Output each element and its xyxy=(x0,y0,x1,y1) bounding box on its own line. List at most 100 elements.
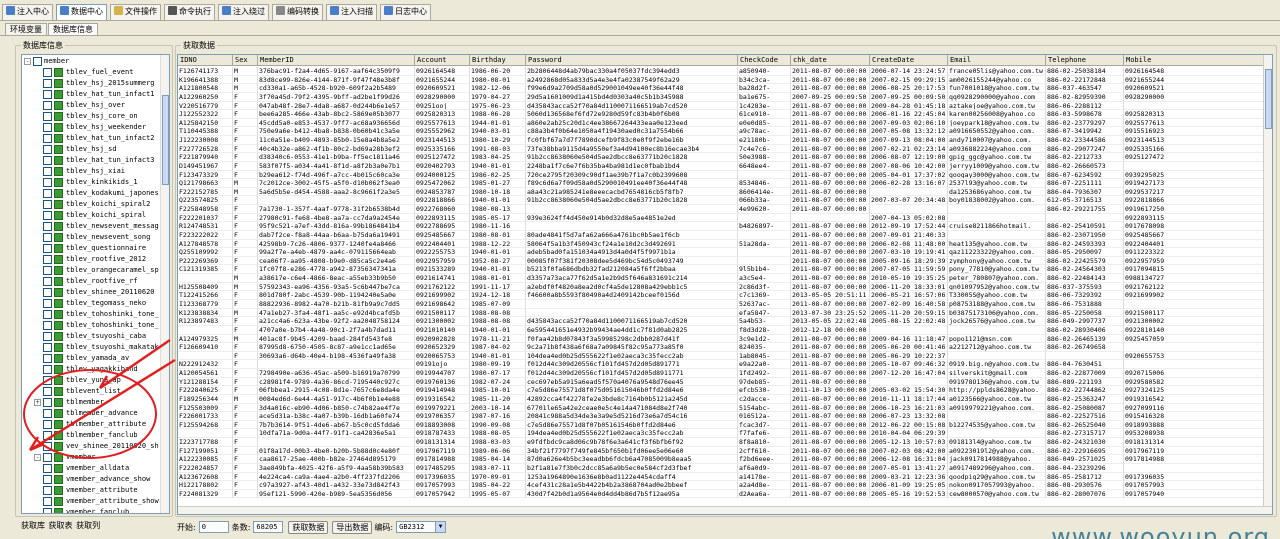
checkbox[interactable] xyxy=(43,431,52,441)
tree-scrollbar[interactable] xyxy=(160,55,169,513)
checkbox[interactable] xyxy=(43,442,52,452)
table-row[interactable]: R123897483 Fa21cc4a6-623a-43be-92f2-aa204… xyxy=(178,317,1272,326)
table-row[interactable]: A124979325 M 401ac8f-9b45-4209-baad-284fd5… xyxy=(178,334,1272,344)
table-row[interactable]: T110445388 F 750e9a6e-b412-4ba8-b838-0b60b… xyxy=(178,127,1272,137)
checkbox[interactable] xyxy=(43,453,52,463)
table-row[interactable]: F189256344 M 0084ed6d-6e44-4a51-917c-4b6f0… xyxy=(178,394,1272,404)
checkbox[interactable] xyxy=(43,387,52,397)
tab-3[interactable]: 命令执行 xyxy=(164,4,215,20)
table-row[interactable]: F123473329 Fb29ea612-f74d-496f-a7cc-4b015… xyxy=(178,170,1272,180)
table-row[interactable]: K196641388 M 83d8ce99-826e-4144-871f-9f47f… xyxy=(178,75,1272,85)
db-tree[interactable]: - member tblev_fuel_event tblev_hsj_2015sum… xyxy=(21,54,170,514)
table-row[interactable]: I223717788 F 0918131314 1988-03-03 e9fdfbdc9… xyxy=(178,438,1272,447)
tab-0[interactable]: 注入中心 xyxy=(2,4,53,20)
table-row[interactable]: F226001733 Face5d31a-b38c-4a07-b39b-16db1… xyxy=(178,412,1272,421)
checkbox[interactable] xyxy=(43,497,52,507)
tree-node[interactable]: vev_shinee_20110620_sh xyxy=(34,441,159,453)
table-row[interactable]: F221879940 Fd38340c6-0553-41e1-b9ba-ff5ec… xyxy=(178,153,1272,162)
checkbox[interactable] xyxy=(43,123,52,133)
tab-1[interactable]: 数据中心 xyxy=(56,4,107,20)
table-row[interactable]: J122230008 F 11c0a51e-b409-4893-85b0-15e8a… xyxy=(178,136,1272,145)
column-header[interactable]: CreateDate xyxy=(870,55,948,66)
data-grid[interactable]: IDNO Sex MemberID Account Birthday Password Ch… xyxy=(177,54,1273,515)
tree-node[interactable]: tblev_hsj_over xyxy=(34,100,125,112)
table-row[interactable]: Q121798663 M 7c2012ce-3002-45f5-a5f0-d10b0… xyxy=(178,179,1272,188)
checkbox[interactable] xyxy=(43,244,52,254)
tree-node[interactable]: tblevent_list xyxy=(34,386,121,398)
tree-node[interactable]: tblev_hsj_weekender xyxy=(34,122,146,134)
tree-node[interactable]: tblev_rootfive_2012 xyxy=(34,254,146,266)
tab-6[interactable]: 注入扫描 xyxy=(326,4,377,20)
tree-node[interactable]: tblev_rootfive_rf xyxy=(34,276,138,288)
table-row[interactable]: F222024857 F 3ae849bfa-4025-42f6-a5f9-4aa5… xyxy=(178,463,1272,473)
tree-node[interactable]: tblev_hat_tun_infact1 xyxy=(34,89,155,101)
checkbox[interactable] xyxy=(43,211,52,221)
tree-node[interactable]: tblev_hat_tun_infact3 xyxy=(34,155,155,167)
checkbox[interactable] xyxy=(43,508,52,513)
column-header[interactable]: Sex xyxy=(233,55,258,66)
column-header[interactable]: Account xyxy=(415,55,470,66)
table-row[interactable]: F227726528 F 40c4b32e-a862-4f1b-80c2-bd69a… xyxy=(178,144,1272,154)
table-row[interactable]: A120054561 F 7298490e-a636-45ac-a509-b1691… xyxy=(178,369,1272,378)
checkbox[interactable] xyxy=(43,222,52,232)
expand-icon[interactable]: + xyxy=(34,399,41,407)
table-row[interactable]: A121800548 Mcd330a1-a65b-4528-b920-609f2a… xyxy=(178,84,1272,93)
table-row[interactable]: A122230085 Fcaa8617-25ae-400b-b82e-27464d… xyxy=(178,455,1272,464)
checkbox[interactable] xyxy=(43,156,52,166)
table-row[interactable]: F127199051 F 01f8a17d-00b3-4be0-b20b-5b88d… xyxy=(178,446,1272,456)
tree-node[interactable]: - member xyxy=(24,56,69,68)
table-row[interactable]: H122178802 Fc97a3927-af43-40d1-a432-33e73… xyxy=(178,481,1272,490)
start-input[interactable] xyxy=(198,521,229,533)
tree-node[interactable]: tblev_tsuyoshi_makatak xyxy=(34,342,159,354)
table-row[interactable]: F 10dfa71a-9d0a-44f7-91f1-ca42836e5a1 0918… xyxy=(178,429,1272,439)
checkbox[interactable] xyxy=(43,189,52,199)
checkbox[interactable] xyxy=(43,68,52,78)
table-row[interactable]: F223222022 Fdab7f2ce-f8a8-44aa-b6aa-b75da… xyxy=(178,230,1272,240)
export-data-button[interactable]: 导出数据 xyxy=(332,520,373,534)
tab-4[interactable]: 注入绕过 xyxy=(218,4,269,20)
tab-2[interactable]: 文件操作 xyxy=(110,4,161,20)
table-row[interactable]: P222269369 Fcea06f7-aa95-4808-b9e0-d85ca5… xyxy=(178,256,1272,266)
tree-node[interactable]: tblev_hsj_sd xyxy=(34,144,117,156)
table-row[interactable]: A123672608 F 4e224ca4-ca9a-4ae4-a2b0-4ff23… xyxy=(178,472,1272,482)
table-row[interactable]: F222840625 F 06fbbea1-2915-4c08-8d1e-7657c… xyxy=(178,386,1272,395)
table-row[interactable]: Y121288154 Fc28981f4-9789-4a36-86cd-71954… xyxy=(178,377,1272,387)
checkbox[interactable] xyxy=(43,200,52,210)
table-row[interactable]: K123838834 M 47a1eb27-3fa4-48f1-aa5c-e92d4… xyxy=(178,308,1272,318)
checkbox[interactable] xyxy=(43,134,52,144)
tree-node[interactable]: tblev_newsevent_messag xyxy=(34,221,159,233)
table-row[interactable]: F222152785 M 5a6d5b5e-d454-4588-aaa2-8c966… xyxy=(178,187,1272,197)
checkbox[interactable] xyxy=(43,255,52,265)
checkbox[interactable] xyxy=(43,178,52,188)
checkbox[interactable] xyxy=(43,409,52,419)
tree-node[interactable]: tblev_kodakumi_japones xyxy=(34,188,159,200)
tree-node[interactable]: tblev_shinee_20110620 xyxy=(34,287,155,299)
checkbox[interactable] xyxy=(43,365,52,375)
table-row[interactable]: F 30693a6-d64b-40e4-b198-4536fa49fa38 0920… xyxy=(178,351,1272,361)
column-header[interactable]: Mobile xyxy=(1124,55,1266,66)
collapse-icon[interactable]: - xyxy=(34,454,41,462)
tree-node[interactable]: vmember_attribute_show xyxy=(34,496,159,508)
checkbox[interactable] xyxy=(43,79,52,89)
table-row[interactable]: F125503009 F 3d4a016c-eb90-4d06-b850-c74b8… xyxy=(178,403,1272,413)
table-row[interactable]: Q255109992 F 99a2f7e-a4eb-4879-aa4c-079115… xyxy=(178,248,1272,257)
column-header[interactable]: Telephone xyxy=(1046,55,1124,66)
table-row[interactable]: A125842150 F 45cdd5a0-e853-4537-9ff7-ac68a… xyxy=(178,118,1272,128)
table-row[interactable]: A127848578 F 42598b9-7c26-4806-9377-1240fe… xyxy=(178,239,1272,249)
tree-node[interactable]: vmember_advance_show xyxy=(34,474,150,486)
tree-node[interactable]: vmember_fanclub xyxy=(34,507,129,513)
tree-node[interactable]: tblev_hsj_xiai xyxy=(34,166,125,178)
table-row[interactable]: V220516779 F 047ab48f-28e7-4da8-a687-0d244… xyxy=(178,101,1272,111)
checkbox[interactable] xyxy=(43,332,52,342)
column-header[interactable]: Password xyxy=(526,55,738,66)
checkbox[interactable] xyxy=(43,354,52,364)
table-row[interactable]: T122415266 F 801d780f-2abc-4539-90b-119424… xyxy=(178,291,1272,300)
tree-node[interactable]: tblev_kinkikids_1 xyxy=(34,177,138,189)
tree-node[interactable]: tblev_yuna_ap xyxy=(34,375,121,387)
tree-node[interactable]: tblmember_attribute xyxy=(34,419,146,431)
checkbox[interactable] xyxy=(43,167,52,177)
table-row[interactable]: F126609410 F 87995d8-6750-4505-8c87-a9e1cc… xyxy=(178,343,1272,352)
subtab-0[interactable]: 环境变量 xyxy=(5,23,47,35)
checkbox[interactable] xyxy=(43,343,52,353)
checkbox[interactable] xyxy=(43,398,52,408)
